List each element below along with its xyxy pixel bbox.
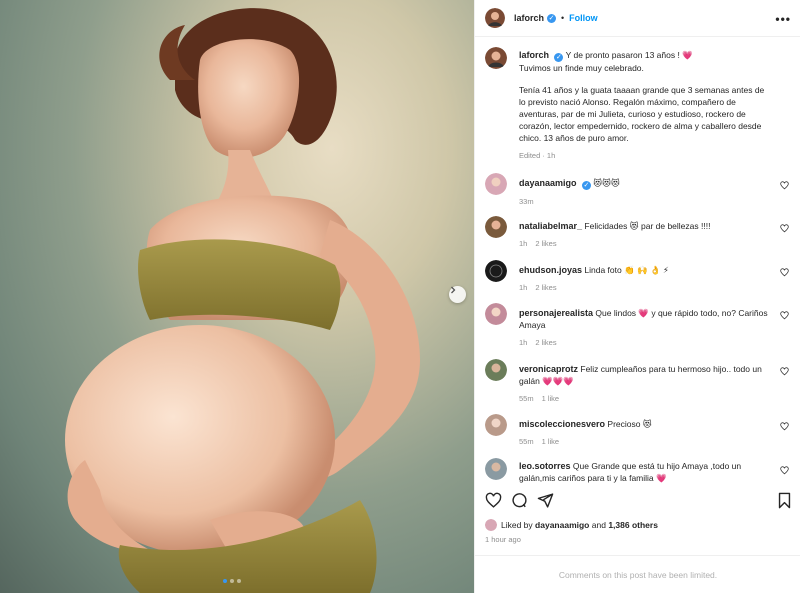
likes-user[interactable]: dayanaamigo [535, 520, 589, 530]
carousel-dot [237, 579, 241, 583]
next-image-button[interactable] [449, 286, 466, 303]
caption-line-2: Tuvimos un finde muy celebrado. [519, 63, 644, 73]
post-details-panel: laforch ✓ • Follow ••• laforch ✓ Y de pr… [474, 0, 800, 593]
verified-badge-icon: ✓ [581, 181, 591, 190]
heart-icon[interactable] [485, 492, 502, 509]
chevron-right-icon [451, 286, 456, 294]
caption-line-1: Y de pronto pasaron 13 años ! 💗 [565, 50, 693, 60]
comment-username[interactable]: personajerealista [519, 308, 593, 318]
avatar[interactable] [485, 359, 507, 381]
heart-icon[interactable] [780, 224, 789, 233]
comment-icon[interactable] [511, 492, 528, 509]
comment-username[interactable]: miscoleccionesvero [519, 419, 605, 429]
comment-username[interactable]: leo.sotorres [519, 461, 571, 471]
comment-time: 55m [519, 394, 534, 403]
avatar[interactable] [485, 173, 507, 195]
comment-time: 33m [519, 197, 534, 206]
bookmark-icon[interactable] [777, 492, 792, 509]
avatar [485, 519, 497, 531]
post-modal: laforch ✓ • Follow ••• laforch ✓ Y de pr… [0, 0, 800, 593]
comment-text: 😻😻😻 [593, 178, 620, 188]
comment-time: 55m [519, 437, 534, 446]
comment-likes[interactable]: 1 like [542, 437, 560, 446]
comment-likes[interactable]: 2 likes [535, 338, 556, 347]
avatar[interactable] [485, 216, 507, 238]
share-icon[interactable] [537, 492, 554, 509]
post-media[interactable] [0, 0, 474, 593]
verified-badge-icon: ✓ [547, 13, 557, 23]
heart-icon[interactable] [780, 311, 789, 320]
carousel-dots [223, 579, 241, 583]
avatar[interactable] [485, 260, 507, 282]
likes-and: and [591, 520, 606, 530]
verified-badge-icon: ✓ [554, 53, 564, 62]
post-photo [65, 8, 420, 593]
comment-text: Linda foto 👏 🙌 👌 ⚡ [584, 265, 669, 275]
comment-text: Precioso 😻 [607, 419, 652, 429]
comment-username[interactable]: dayanaamigo [519, 178, 577, 188]
avatar[interactable] [485, 8, 505, 28]
post-username[interactable]: laforch [514, 13, 544, 23]
comment-time: 1h [519, 239, 528, 248]
likes-summary: Liked by dayanaamigo and 1,386 others [485, 519, 658, 531]
heart-icon[interactable] [780, 367, 789, 376]
comment-username[interactable]: nataliabelmar_ [519, 221, 582, 231]
caption-body: laforch ✓ Y de pronto pasaron 13 años ! … [519, 49, 769, 162]
comments-limited-notice: Comments on this post have been limited. [475, 555, 800, 593]
heart-icon[interactable] [780, 466, 789, 475]
comment-likes[interactable]: 2 likes [535, 239, 556, 248]
avatar[interactable] [485, 303, 507, 325]
heart-icon[interactable] [780, 268, 789, 277]
more-options-button[interactable]: ••• [775, 12, 791, 26]
avatar[interactable] [485, 47, 507, 69]
post-timestamp[interactable]: 1 hour ago [485, 535, 521, 544]
caption-meta: Edited · 1h [519, 151, 556, 160]
comments-list[interactable]: laforch ✓ Y de pronto pasaron 13 años ! … [475, 38, 800, 488]
post-header: laforch ✓ • Follow ••• [475, 0, 800, 37]
heart-icon[interactable] [780, 181, 789, 190]
heart-icon[interactable] [780, 422, 789, 431]
likes-prefix: Liked by [501, 520, 533, 530]
comment-time: 1h [519, 283, 528, 292]
comment-username[interactable]: veronicaprotz [519, 364, 578, 374]
comment-time: 1h [519, 338, 528, 347]
carousel-dot [223, 579, 227, 583]
comment-likes[interactable]: 1 like [542, 394, 560, 403]
caption-paragraph: Tenía 41 años y la guata taaaan grande q… [519, 85, 765, 143]
caption-username[interactable]: laforch [519, 50, 549, 60]
follow-button[interactable]: Follow [569, 13, 598, 23]
likes-others[interactable]: 1,386 others [608, 520, 658, 530]
post-actions [475, 488, 800, 512]
separator: • [561, 13, 565, 23]
avatar[interactable] [485, 458, 507, 480]
comment-text: Felicidades 😻 par de bellezas !!!! [584, 221, 711, 231]
comment-likes[interactable]: 2 likes [535, 283, 556, 292]
comment-username[interactable]: ehudson.joyas [519, 265, 582, 275]
carousel-dot [230, 579, 234, 583]
avatar[interactable] [485, 414, 507, 436]
